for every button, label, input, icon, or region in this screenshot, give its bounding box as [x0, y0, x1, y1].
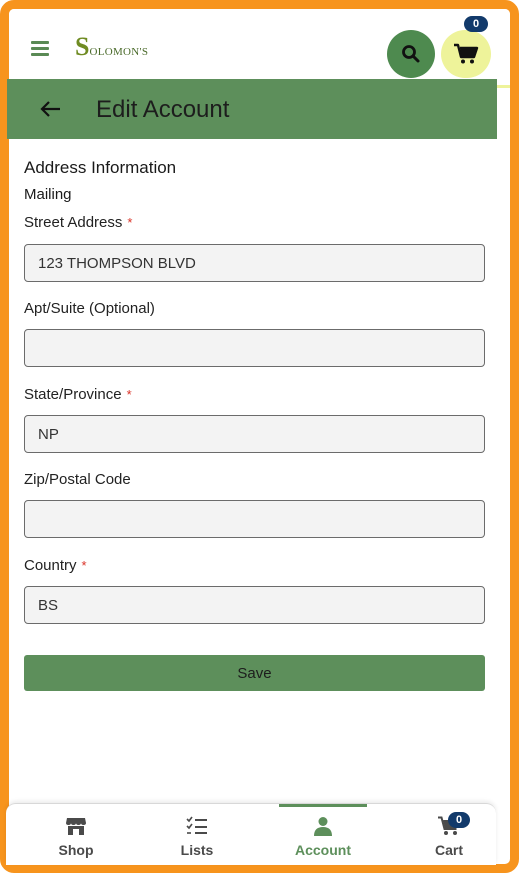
zip-postal-input[interactable] — [24, 500, 485, 538]
nav-label-lists: Lists — [180, 842, 214, 858]
country-label-text: Country — [24, 557, 77, 574]
shop-icon — [66, 818, 86, 835]
search-button[interactable] — [387, 30, 435, 78]
street-address-label-text: Street Address — [24, 214, 123, 231]
logo-text: OLOMON'S — [89, 46, 149, 58]
state-province-label: State/Province * — [24, 386, 132, 403]
section-title: Address Information — [24, 158, 177, 177]
required-marker: * — [127, 215, 133, 230]
country-label: Country * — [24, 557, 87, 574]
hamburger-menu-icon[interactable] — [31, 41, 49, 56]
zip-postal-label: Zip/Postal Code — [24, 471, 131, 488]
required-marker: * — [81, 558, 87, 573]
cart-icon — [454, 43, 479, 64]
bottom-nav: Shop Lists Account Cart — [6, 803, 496, 865]
nav-item-shop[interactable]: Shop — [16, 804, 136, 864]
nav-label-shop: Shop — [58, 842, 94, 858]
top-header: S OLOMON'S — [9, 9, 510, 88]
street-address-label: Street Address * — [24, 214, 132, 231]
header-cart-count-badge: 0 — [464, 16, 488, 32]
back-arrow-icon[interactable] — [39, 97, 63, 121]
nav-label-account: Account — [295, 842, 351, 858]
save-button[interactable]: Save — [24, 655, 485, 691]
logo-initial: S — [75, 32, 90, 61]
subsection-title: Mailing — [24, 186, 72, 203]
street-address-input[interactable] — [24, 244, 485, 282]
brand-logo[interactable]: S OLOMON'S — [75, 32, 149, 61]
country-input[interactable] — [24, 586, 485, 624]
search-icon — [402, 45, 420, 63]
apt-suite-label: Apt/Suite (Optional) — [24, 300, 155, 317]
state-province-label-text: State/Province — [24, 386, 122, 403]
state-province-input[interactable] — [24, 415, 485, 453]
nav-item-lists[interactable]: Lists — [137, 804, 257, 864]
zip-postal-label-text: Zip/Postal Code — [24, 471, 131, 488]
lists-icon — [186, 816, 207, 834]
nav-cart-count-badge: 0 — [448, 812, 470, 828]
apt-suite-label-text: Apt/Suite (Optional) — [24, 300, 155, 317]
account-icon — [314, 817, 332, 836]
nav-item-account[interactable]: Account — [263, 804, 383, 864]
nav-item-cart[interactable]: Cart — [389, 804, 509, 864]
nav-label-cart: Cart — [434, 842, 463, 858]
page-title-bar: Edit Account — [7, 79, 497, 139]
required-marker: * — [126, 387, 132, 402]
apt-suite-input[interactable] — [24, 329, 485, 367]
header-cart-button[interactable] — [441, 30, 491, 78]
page-title: Edit Account — [96, 96, 230, 123]
